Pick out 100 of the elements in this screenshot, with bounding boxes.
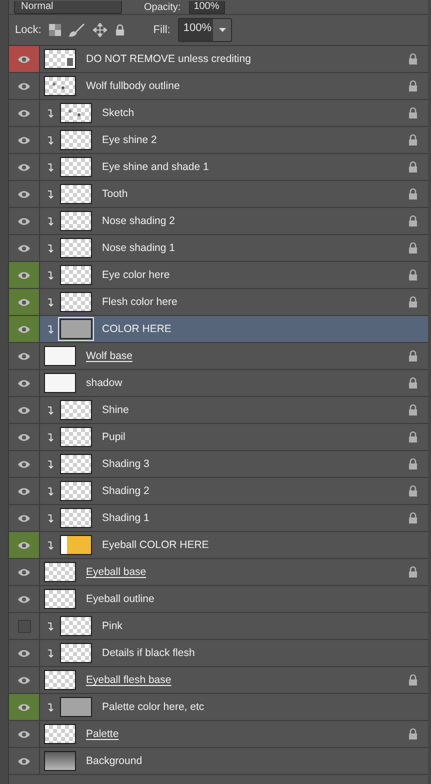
- layer-row[interactable]: Eyeball base: [9, 559, 428, 586]
- layer-row[interactable]: Palette: [9, 721, 428, 748]
- eye-icon[interactable]: [17, 298, 31, 306]
- layer-row[interactable]: Background: [9, 748, 428, 775]
- layer-row[interactable]: Flesh color here: [9, 289, 428, 316]
- layer-row[interactable]: Nose shading 1: [9, 235, 428, 262]
- eye-icon[interactable]: [17, 82, 31, 90]
- layer-row[interactable]: Wolf fullbody outline: [9, 73, 428, 100]
- layer-name: Tooth: [102, 188, 129, 200]
- eye-icon[interactable]: [17, 352, 31, 360]
- eye-icon[interactable]: [17, 730, 31, 738]
- layer-thumbnail: [60, 535, 92, 555]
- lock-icon: [408, 296, 418, 308]
- layer-row[interactable]: Nose shading 2: [9, 208, 428, 235]
- eye-icon[interactable]: [17, 540, 31, 550]
- layer-name: Nose shading 2: [102, 215, 176, 227]
- layer-name: Eye color here: [102, 269, 171, 281]
- visibility-toggle[interactable]: [9, 289, 40, 315]
- checker-icon[interactable]: [49, 24, 62, 36]
- move-icon[interactable]: [93, 23, 108, 37]
- layer-row[interactable]: Eye shine and shade 1: [9, 154, 428, 181]
- lock-icon: [115, 24, 126, 36]
- clip-arrow-icon: [46, 108, 54, 118]
- layer-row[interactable]: Shine: [9, 397, 428, 424]
- layer-row[interactable]: Shading 2: [9, 478, 428, 505]
- eye-icon[interactable]: [17, 676, 31, 684]
- layer-thumbnail: [44, 724, 76, 744]
- layer-thumbnail: [60, 211, 92, 231]
- layer-row[interactable]: Shading 1: [9, 505, 428, 532]
- lock-icon: [408, 53, 418, 65]
- eye-icon[interactable]: [17, 702, 31, 712]
- eye-icon[interactable]: [17, 108, 31, 118]
- layer-thumbnail: [60, 103, 92, 123]
- eye-icon[interactable]: [17, 594, 31, 604]
- layer-name: Pupil: [102, 431, 126, 443]
- eye-icon[interactable]: [17, 324, 31, 334]
- eye-icon[interactable]: [17, 54, 31, 64]
- eye-icon[interactable]: [17, 270, 31, 280]
- opacity-field[interactable]: 100%: [188, 1, 225, 14]
- eye-icon[interactable]: [17, 514, 31, 522]
- brush-icon[interactable]: [69, 23, 86, 37]
- eye-icon[interactable]: [17, 486, 31, 496]
- eye-icon[interactable]: [17, 460, 31, 468]
- lock-icon: [408, 674, 418, 686]
- eye-icon[interactable]: [17, 244, 31, 252]
- clip-arrow-icon: [46, 298, 54, 306]
- layer-row[interactable]: Eyeball outline: [9, 586, 428, 613]
- visibility-toggle[interactable]: [9, 316, 40, 342]
- lock-icon: [408, 566, 418, 578]
- layer-name: Sketch: [102, 107, 136, 119]
- layer-name: COLOR HERE: [102, 323, 172, 335]
- layer-name: Shading 1: [102, 512, 150, 524]
- layer-thumbnail: [44, 562, 76, 582]
- lock-icon: [408, 377, 418, 389]
- layer-row[interactable]: Wolf base: [9, 343, 428, 370]
- layer-row[interactable]: Eye shine 2: [9, 127, 428, 154]
- layer-name: shadow: [86, 377, 124, 389]
- eye-icon[interactable]: [17, 378, 31, 388]
- visibility-toggle[interactable]: [9, 694, 40, 720]
- layer-row[interactable]: Details if black flesh: [9, 640, 428, 667]
- layer-thumbnail: [44, 373, 76, 393]
- clip-arrow-icon: [46, 622, 54, 630]
- layer-row[interactable]: Sketch: [9, 100, 428, 127]
- layer-thumbnail: [60, 508, 92, 528]
- eye-icon[interactable]: [17, 756, 31, 766]
- layer-row[interactable]: DO NOT REMOVE unless crediting: [9, 46, 428, 73]
- layer-row[interactable]: shadow: [9, 370, 428, 397]
- visibility-toggle[interactable]: [9, 532, 40, 558]
- lock-icon: [408, 431, 418, 443]
- clip-arrow-icon: [46, 460, 54, 468]
- clip-arrow-icon: [46, 190, 54, 198]
- layer-row[interactable]: Palette color here, etc: [9, 694, 428, 721]
- visibility-toggle[interactable]: [9, 46, 40, 72]
- eye-icon[interactable]: [17, 190, 31, 198]
- layer-row[interactable]: Eye color here: [9, 262, 428, 289]
- eye-icon[interactable]: [17, 432, 31, 442]
- layer-row[interactable]: COLOR HERE: [9, 316, 428, 343]
- layer-thumbnail: [60, 265, 92, 285]
- eye-icon[interactable]: [17, 216, 31, 226]
- layer-thumbnail: [60, 130, 92, 150]
- lock-icon: [408, 188, 418, 200]
- layer-row[interactable]: Pink: [9, 613, 428, 640]
- visibility-toggle[interactable]: [9, 262, 40, 288]
- layer-row[interactable]: Eyeball COLOR HERE: [9, 532, 428, 559]
- layer-name: Palette: [86, 728, 120, 740]
- layer-name: Background: [86, 755, 144, 767]
- layer-row[interactable]: Shading 3: [9, 451, 428, 478]
- layer-thumbnail: [60, 427, 92, 447]
- eye-icon[interactable]: [17, 568, 31, 576]
- layer-row[interactable]: Pupil: [9, 424, 428, 451]
- layer-thumbnail: [44, 751, 76, 771]
- eye-icon[interactable]: [17, 648, 31, 658]
- eye-icon[interactable]: [17, 136, 31, 144]
- layer-name: Eye shine and shade 1: [102, 161, 210, 173]
- blend-mode-dropdown[interactable]: Normal: [14, 1, 122, 14]
- eye-icon[interactable]: [17, 162, 31, 172]
- layer-thumbnail: [60, 454, 92, 474]
- layer-row[interactable]: Eyeball flesh base: [9, 667, 428, 694]
- layer-row[interactable]: Tooth: [9, 181, 428, 208]
- eye-icon[interactable]: [17, 406, 31, 414]
